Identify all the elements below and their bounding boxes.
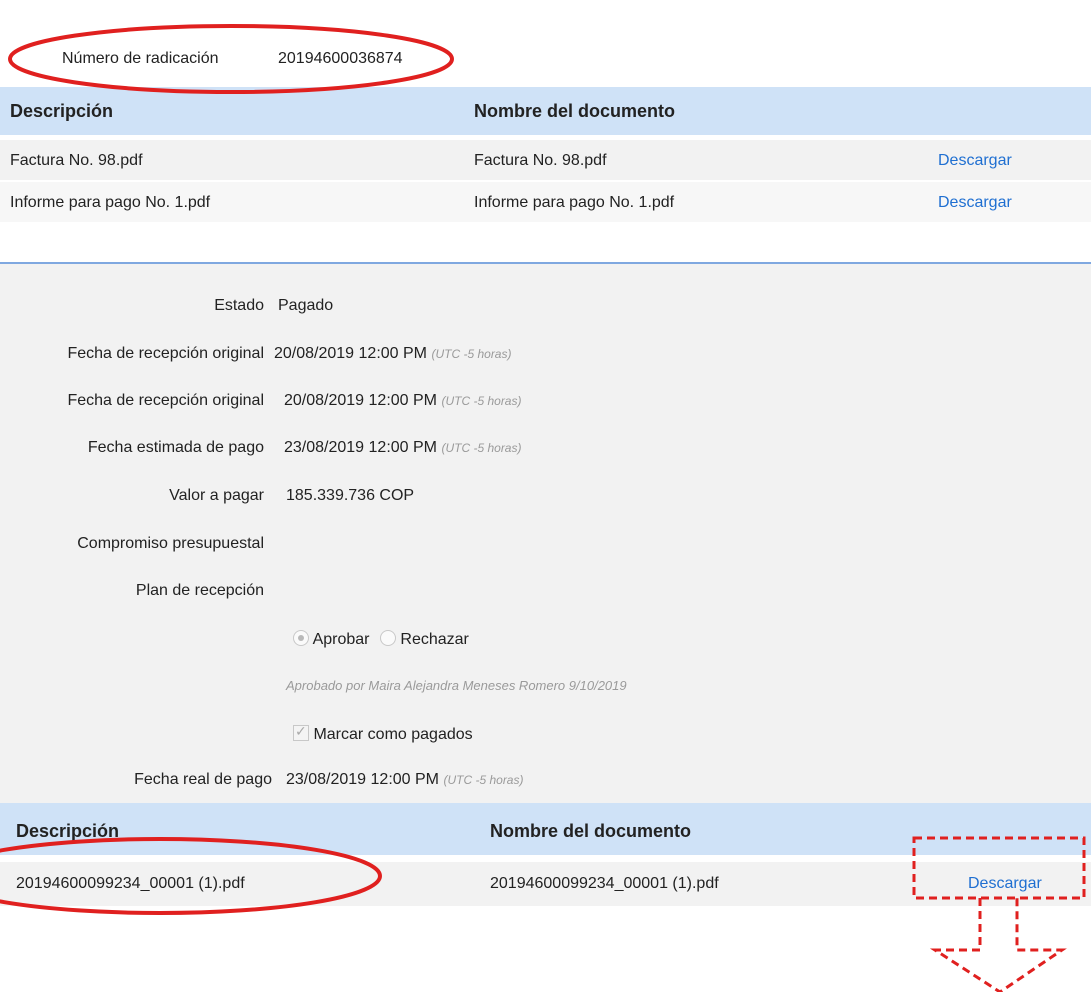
annotation-arrow-icon [929,898,1067,992]
annotation-ellipse-document [0,837,382,915]
annotation-ellipse-radicado [8,24,454,94]
annotation-overlay [0,24,1086,992]
annotation-dashed-box [912,836,1086,900]
